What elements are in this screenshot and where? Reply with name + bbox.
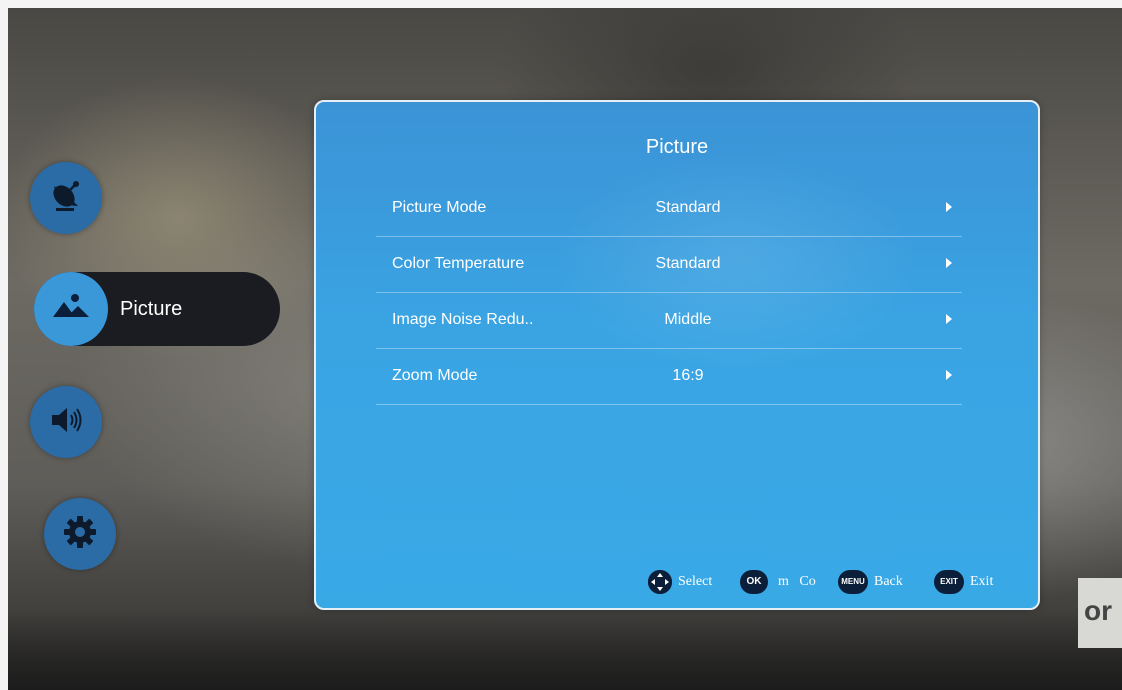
sidebar-item-sound[interactable] [30, 386, 102, 458]
row-value: Middle [664, 311, 712, 328]
panel-title: Picture [645, 136, 709, 158]
menu-row-color-temperature[interactable]: Color Temperature Standard [376, 236, 962, 293]
chevron-right-icon [946, 258, 952, 268]
satellite-dish-icon [46, 176, 86, 221]
sidebar-item-picture[interactable]: Picture [34, 272, 280, 346]
select-hint-label: Select [678, 574, 713, 589]
exit-key-icon: EXIT [934, 570, 964, 594]
menu-key-icon: MENU [838, 570, 868, 594]
speaker-volume-icon [46, 400, 86, 445]
gear-icon [60, 512, 100, 557]
confirm-hint-label: m Co [778, 574, 816, 589]
background-logo-fragment: or [1078, 578, 1122, 648]
picture-settings-panel: Picture Picture Mode Standard Color Temp… [314, 100, 1040, 610]
row-label: Zoom Mode [392, 367, 478, 384]
menu-row-image-noise-reduction[interactable]: Image Noise Redu.. Middle [376, 292, 962, 349]
menu-row-picture-mode[interactable]: Picture Mode Standard [376, 180, 962, 237]
sidebar-item-settings[interactable] [44, 498, 116, 570]
sidebar-item-label: Picture [120, 298, 183, 320]
row-value: Standard [655, 255, 721, 272]
back-hint-label: Back [874, 574, 903, 589]
row-label: Color Temperature [392, 255, 525, 272]
exit-hint-label: Exit [970, 574, 994, 589]
landscape-picture-icon [49, 285, 93, 334]
row-label: Image Noise Redu.. [392, 311, 534, 328]
chevron-right-icon [946, 314, 952, 324]
chevron-right-icon [946, 370, 952, 380]
row-label: Picture Mode [392, 199, 487, 216]
ok-key-icon: OK [740, 570, 768, 594]
chevron-right-icon [946, 202, 952, 212]
row-value: 16:9 [672, 367, 704, 384]
menu-row-zoom-mode[interactable]: Zoom Mode 16:9 [376, 348, 962, 405]
sidebar-item-channel[interactable] [30, 162, 102, 234]
row-value: Standard [655, 199, 721, 216]
dpad-icon [648, 570, 672, 594]
